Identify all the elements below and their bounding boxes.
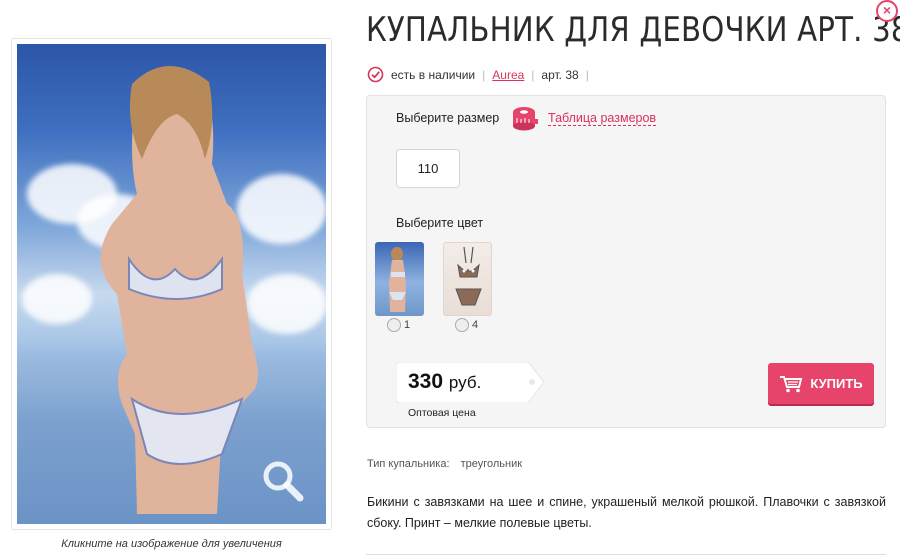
- product-image[interactable]: [17, 44, 326, 524]
- price-value: 330 руб.: [408, 370, 481, 394]
- measuring-tape-icon[interactable]: [512, 105, 539, 131]
- buy-button[interactable]: КУПИТЬ: [768, 363, 874, 404]
- color-radio-4[interactable]: 4: [455, 318, 478, 332]
- spec-label: Тип купальника:: [367, 458, 450, 470]
- size-option-110[interactable]: 110: [396, 149, 460, 188]
- availability-status: есть в наличии: [391, 67, 476, 82]
- options-panel: Выберите размер Таблица размеров 110 Выб…: [366, 95, 886, 428]
- radio-button[interactable]: [387, 318, 401, 332]
- close-icon[interactable]: ×: [876, 0, 898, 22]
- color-swatch-1[interactable]: [375, 242, 424, 316]
- product-description: Бикини с завязками на шее и спине, украш…: [367, 495, 886, 530]
- spec-value: треугольник: [460, 458, 523, 470]
- cart-icon: [780, 375, 803, 392]
- color-option-label: 4: [472, 319, 479, 331]
- price-note: Оптовая цена: [408, 407, 476, 419]
- price-tag: 330 руб.: [396, 362, 544, 403]
- color-option-label: 1: [404, 319, 411, 331]
- buy-button-label: КУПИТЬ: [810, 376, 863, 391]
- page-title: КУПАЛЬНИК ДЛЯ ДЕВОЧКИ АРТ. 38: [366, 10, 900, 50]
- product-meta: есть в наличии | Aurea | арт. 38 |: [367, 66, 596, 83]
- color-label: Выберите цвет: [396, 216, 484, 230]
- size-table-link[interactable]: Таблица размеров: [548, 111, 657, 126]
- article-number: арт. 38: [541, 67, 579, 82]
- spec-swimsuit-type: Тип купальника: треугольник: [367, 458, 522, 470]
- check-circle-icon: [367, 66, 384, 83]
- size-label: Выберите размер: [396, 111, 500, 125]
- image-caption: Кликните на изображение для увеличения: [61, 538, 282, 550]
- brand-link[interactable]: Aurea: [492, 68, 524, 82]
- zoom-magnifier-icon[interactable]: [260, 458, 304, 502]
- color-swatch-4[interactable]: [443, 242, 492, 316]
- model-figure: [100, 65, 258, 515]
- price-amount: 330: [408, 370, 444, 393]
- price-currency: руб.: [448, 373, 482, 392]
- product-image-frame[interactable]: [11, 38, 332, 530]
- separator: |: [585, 67, 589, 82]
- separator: |: [482, 67, 486, 82]
- separator: |: [531, 67, 535, 82]
- color-radio-1[interactable]: 1: [387, 318, 410, 332]
- radio-button[interactable]: [455, 318, 469, 332]
